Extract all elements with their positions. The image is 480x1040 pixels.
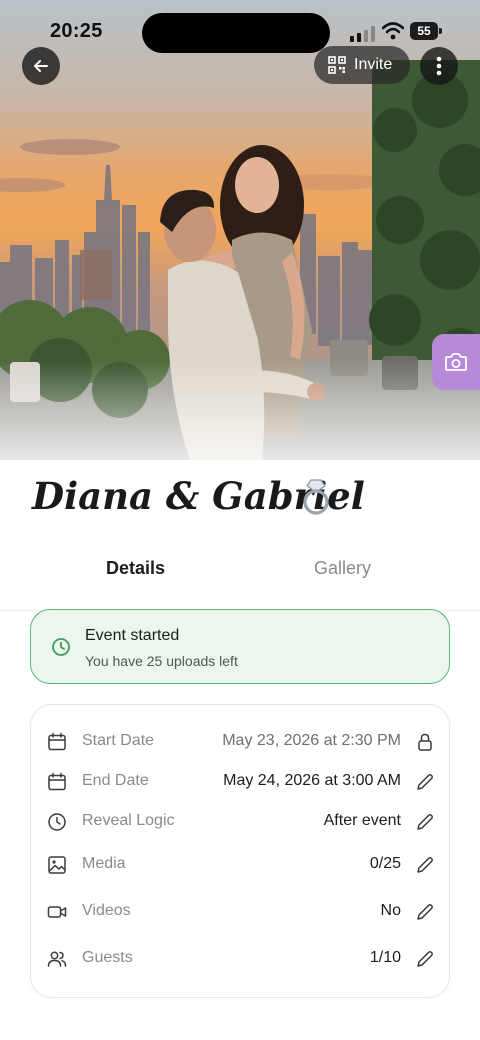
calendar-icon [48,732,66,751]
cellular-signal-icon [350,26,375,42]
detail-row-end-date[interactable]: End Date May 24, 2026 at 3:00 AM [31,767,451,797]
tab-bar: Details Gallery [0,548,480,611]
pencil-icon[interactable] [415,772,435,792]
event-details-card: Start Date May 23, 2026 at 2:30 PM End D… [30,704,450,998]
detail-row-start-date: Start Date May 23, 2026 at 2:30 PM [31,727,451,757]
detail-row-reveal-logic[interactable]: Reveal Logic After event [31,807,451,837]
clock-time: 20:25 [50,20,103,42]
detail-label: Reveal Logic [82,812,175,829]
detail-label: Media [82,855,126,872]
more-options-button[interactable] [420,47,458,85]
detail-label: Guests [82,949,133,966]
detail-value: After event [323,812,401,829]
pencil-icon[interactable] [415,902,435,922]
clock-icon [48,813,66,831]
detail-value: May 23, 2026 at 2:30 PM [222,732,401,749]
detail-label: Start Date [82,732,155,749]
pencil-icon[interactable] [415,812,435,832]
more-vertical-icon [436,56,442,76]
detail-value: May 24, 2026 at 3:00 AM [223,772,401,789]
detail-value: 1/10 [369,949,401,966]
arrow-left-icon [34,60,48,72]
uploads-remaining: You have 25 uploads left [85,653,238,669]
battery-indicator: 55 [410,22,442,42]
dynamic-island [142,13,330,53]
back-button[interactable] [22,47,60,85]
detail-value: No [380,902,401,919]
users-icon [47,951,67,967]
video-icon [47,906,67,918]
detail-row-videos[interactable]: Videos No [31,897,451,927]
pencil-icon[interactable] [415,855,435,875]
event-status-banner: Event started You have 25 uploads left [30,609,450,684]
tab-details[interactable]: Details [106,558,165,579]
tab-gallery[interactable]: Gallery [314,558,371,579]
camera-upload-button[interactable] [432,334,480,390]
clock-icon [52,638,70,656]
invite-label: Invite [354,56,393,73]
image-icon [48,856,66,874]
event-status-title: Event started [85,627,180,644]
lock-icon [418,733,432,751]
pencil-icon[interactable] [415,949,435,969]
detail-row-media[interactable]: Media 0/25 [31,850,451,880]
calendar-icon [48,772,66,791]
status-bar: 20:25 55 [0,0,480,64]
wifi-icon [382,22,404,40]
detail-row-guests[interactable]: Guests 1/10 [31,944,451,974]
detail-value: 0/25 [369,855,401,872]
camera-icon [445,353,467,371]
detail-label: End Date [82,772,149,789]
invite-button[interactable]: Invite [314,46,410,84]
ring-icon [303,479,329,515]
qr-code-icon [328,56,346,74]
battery-level: 55 [410,22,438,40]
detail-label: Videos [82,902,131,919]
